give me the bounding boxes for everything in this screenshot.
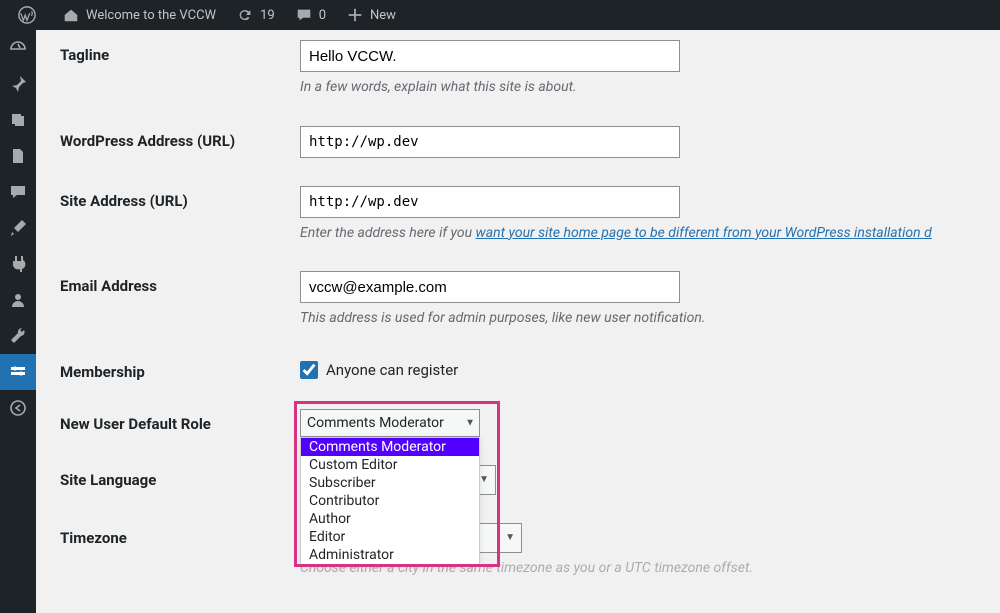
wp-logo[interactable] <box>8 0 52 30</box>
label-default-role: New User Default Role <box>60 409 300 433</box>
row-site-language: Site Language ▼ <box>60 465 980 495</box>
menu-comments[interactable] <box>0 174 36 210</box>
option-custom-editor[interactable]: Custom Editor <box>301 456 479 474</box>
checkbox-anyone-register[interactable] <box>300 361 318 379</box>
brush-icon <box>8 218 28 238</box>
site-link[interactable]: Welcome to the VCCW <box>52 0 226 30</box>
chevron-down-icon: ▼ <box>465 417 475 428</box>
chevron-down-icon: ▼ <box>479 474 489 485</box>
wrench-icon <box>8 326 28 346</box>
row-site-address: Site Address (URL) Enter the address her… <box>60 186 980 244</box>
collapse-icon <box>8 398 28 418</box>
input-email[interactable] <box>300 271 680 303</box>
menu-media[interactable] <box>0 102 36 138</box>
option-author[interactable]: Author <box>301 510 479 528</box>
label-tagline: Tagline <box>60 40 300 64</box>
menu-dashboard[interactable] <box>0 30 36 66</box>
pin-icon <box>8 74 28 94</box>
checkbox-label: Anyone can register <box>326 361 458 379</box>
menu-posts[interactable] <box>0 66 36 102</box>
row-membership: Membership Anyone can register <box>60 357 980 381</box>
menu-collapse[interactable] <box>0 390 36 426</box>
updates-count: 19 <box>260 8 275 23</box>
menu-settings[interactable] <box>0 354 36 390</box>
comments-link[interactable]: 0 <box>285 0 336 30</box>
comment-icon <box>295 6 313 24</box>
option-editor[interactable]: Editor <box>301 528 479 546</box>
label-wp-address: WordPress Address (URL) <box>60 126 300 150</box>
role-options-panel: Comments Moderator Custom Editor Subscri… <box>300 437 480 565</box>
option-comments-moderator[interactable]: Comments Moderator <box>301 438 479 456</box>
settings-icon <box>8 362 28 382</box>
media-icon <box>8 110 28 130</box>
home-icon <box>62 6 80 24</box>
row-default-role: New User Default Role Comments Moderator… <box>60 409 980 437</box>
wordpress-icon <box>18 6 36 24</box>
refresh-icon <box>236 6 254 24</box>
menu-pages[interactable] <box>0 138 36 174</box>
input-tagline[interactable] <box>300 40 680 72</box>
site-title: Welcome to the VCCW <box>86 8 216 23</box>
membership-checkbox-wrap[interactable]: Anyone can register <box>300 357 980 379</box>
row-wp-address: WordPress Address (URL) <box>60 126 980 158</box>
label-email: Email Address <box>60 271 300 295</box>
label-timezone: Timezone <box>60 523 300 547</box>
label-membership: Membership <box>60 357 300 381</box>
desc-site-address: Enter the address here if you want your … <box>300 224 980 244</box>
desc-tagline: In a few words, explain what this site i… <box>300 78 980 98</box>
desc-site-address-prefix: Enter the address here if you <box>300 225 476 241</box>
plus-icon <box>346 6 364 24</box>
new-link[interactable]: New <box>336 0 406 30</box>
menu-plugins[interactable] <box>0 246 36 282</box>
input-site-address[interactable] <box>300 186 680 218</box>
menu-users[interactable] <box>0 282 36 318</box>
select-default-role-value: Comments Moderator <box>307 415 444 431</box>
row-email: Email Address This address is used for a… <box>60 271 980 329</box>
input-wp-address[interactable] <box>300 126 680 158</box>
admin-bar: Welcome to the VCCW 19 0 New <box>0 0 1000 30</box>
admin-sidebar <box>0 30 36 613</box>
user-icon <box>8 290 28 310</box>
menu-tools[interactable] <box>0 318 36 354</box>
option-administrator[interactable]: Administrator <box>301 546 479 564</box>
option-contributor[interactable]: Contributor <box>301 492 479 510</box>
select-default-role[interactable]: Comments Moderator ▼ <box>300 409 480 437</box>
option-subscriber[interactable]: Subscriber <box>301 474 479 492</box>
label-site-language: Site Language <box>60 465 300 489</box>
label-site-address: Site Address (URL) <box>60 186 300 210</box>
link-site-address-help[interactable]: want your site home page to be different… <box>476 225 932 241</box>
plug-icon <box>8 254 28 274</box>
settings-general-form: Tagline In a few words, explain what thi… <box>36 30 1000 613</box>
comment-icon <box>8 182 28 202</box>
menu-appearance[interactable] <box>0 210 36 246</box>
pages-icon <box>8 146 28 166</box>
updates-link[interactable]: 19 <box>226 0 285 30</box>
row-tagline: Tagline In a few words, explain what thi… <box>60 40 980 98</box>
dashboard-icon <box>8 38 28 58</box>
new-label: New <box>370 8 396 23</box>
chevron-down-icon: ▼ <box>505 532 515 543</box>
comments-count: 0 <box>319 8 326 23</box>
desc-email: This address is used for admin purposes,… <box>300 309 980 329</box>
row-timezone: Timezone ▼ Choose either a city in the s… <box>60 523 980 579</box>
